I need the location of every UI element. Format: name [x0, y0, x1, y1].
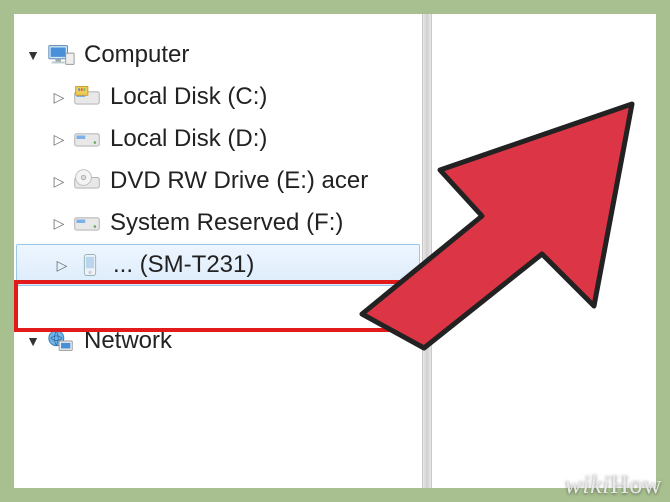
- tree-node-computer[interactable]: ▼ Computer: [14, 34, 422, 76]
- pane-divider[interactable]: [422, 14, 432, 488]
- tree-label: ... (SM-T231): [113, 251, 254, 279]
- tree-node-network[interactable]: ▼ Network: [14, 320, 422, 362]
- spacer: [14, 286, 422, 320]
- tree-node-dvd-drive[interactable]: ▷ DVD RW Drive (E:) acer: [14, 160, 422, 202]
- expand-arrow-icon[interactable]: ▼: [26, 47, 40, 63]
- navigation-pane: ▼ Computer ▷: [14, 14, 422, 488]
- expand-arrow-icon[interactable]: ▷: [52, 215, 66, 232]
- tree-node-system-reserved[interactable]: ▷ System Reserved (F:): [14, 202, 422, 244]
- tree-label: Computer: [84, 41, 189, 69]
- expand-arrow-icon[interactable]: ▷: [52, 131, 66, 148]
- tree-label: Local Disk (C:): [110, 83, 267, 111]
- expand-arrow-icon[interactable]: ▼: [26, 333, 40, 349]
- tree-node-local-disk-c[interactable]: ▷ Local Disk (C:): [14, 76, 422, 118]
- network-icon: [46, 326, 76, 356]
- tree-label: Local Disk (D:): [110, 125, 267, 153]
- expand-arrow-icon[interactable]: ▷: [55, 257, 69, 274]
- watermark: wikiHow: [565, 470, 662, 500]
- drive-c-icon: [72, 82, 102, 112]
- tree-node-device-sm-t231[interactable]: ▷ ... (SM-T231): [16, 244, 420, 286]
- content-pane: [432, 14, 656, 488]
- tree-node-local-disk-d[interactable]: ▷ Local Disk (D:): [14, 118, 422, 160]
- computer-icon: [46, 40, 76, 70]
- drive-icon: [72, 124, 102, 154]
- tree-label: System Reserved (F:): [110, 209, 343, 237]
- tree-label: DVD RW Drive (E:) acer: [110, 167, 368, 195]
- expand-arrow-icon[interactable]: ▷: [52, 89, 66, 106]
- explorer-window: ▼ Computer ▷: [14, 14, 656, 488]
- drive-icon: [72, 208, 102, 238]
- dvd-drive-icon: [72, 166, 102, 196]
- tree-label: Network: [84, 327, 172, 355]
- mobile-device-icon: [75, 250, 105, 280]
- expand-arrow-icon[interactable]: ▷: [52, 173, 66, 190]
